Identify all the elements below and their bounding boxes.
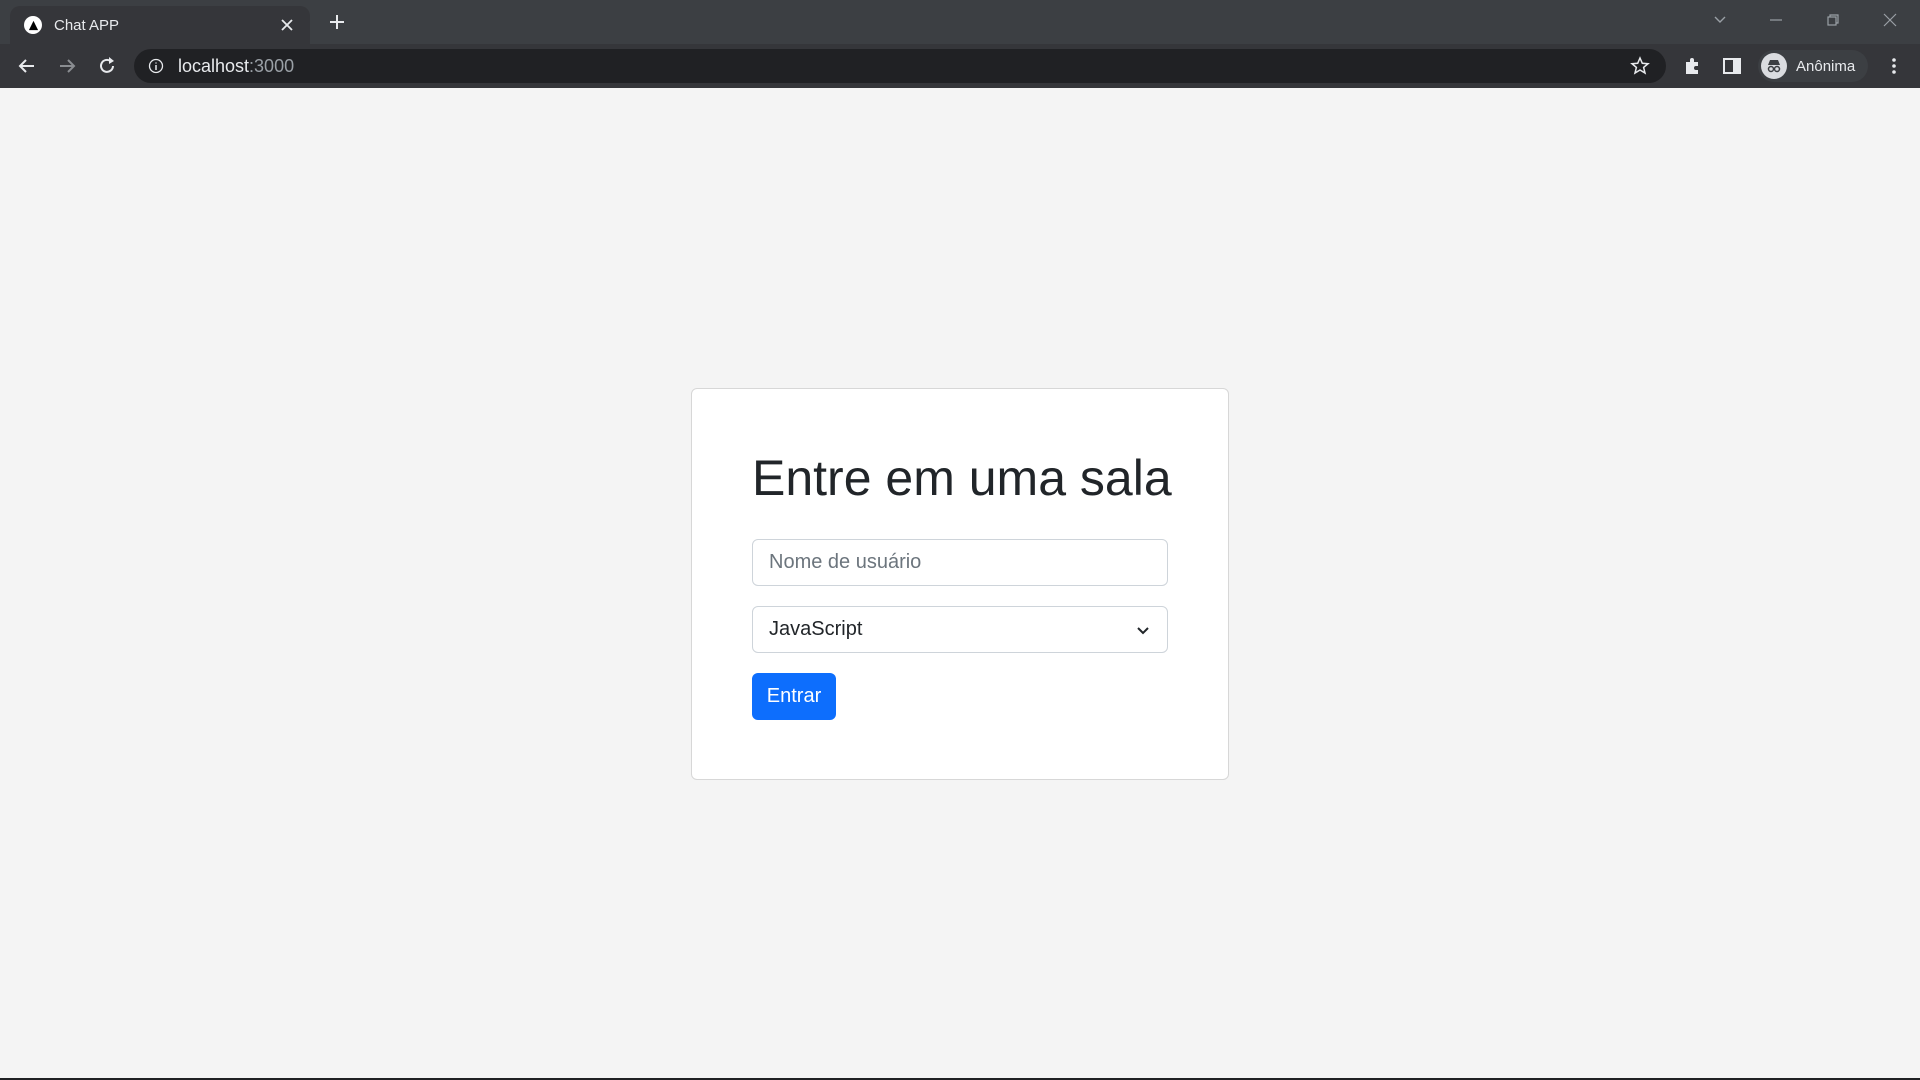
profile-label: Anônima: [1796, 57, 1856, 75]
bookmark-star-icon[interactable]: [1630, 56, 1650, 76]
close-window-icon[interactable]: [1876, 8, 1904, 32]
extensions-puzzle-icon[interactable]: [1681, 54, 1705, 78]
url-host: localhost: [178, 55, 250, 76]
enter-button[interactable]: Entrar: [752, 673, 836, 720]
tab-search-icon[interactable]: [1706, 8, 1734, 32]
minimize-icon[interactable]: [1762, 8, 1790, 32]
page-viewport: Entre em uma sala JavaScript Entrar: [0, 88, 1920, 1078]
tab-title: Chat APP: [54, 16, 120, 34]
side-panel-icon[interactable]: [1720, 54, 1744, 78]
room-select[interactable]: JavaScript: [752, 606, 1168, 653]
join-room-card: Entre em uma sala JavaScript Entrar: [691, 388, 1229, 780]
menu-kebab-icon[interactable]: [1882, 54, 1906, 78]
close-tab-icon[interactable]: [278, 16, 296, 34]
incognito-icon: [1761, 53, 1787, 79]
site-info-icon[interactable]: [148, 58, 164, 74]
url-port: :3000: [249, 55, 295, 76]
reload-icon[interactable]: [93, 52, 121, 80]
back-arrow-icon[interactable]: [13, 52, 41, 80]
browser-toolbar: localhost:3000 Anônima: [0, 44, 1920, 88]
address-bar[interactable]: localhost:3000: [134, 49, 1666, 83]
app-favicon-icon: [24, 16, 42, 34]
page-title: Entre em uma sala: [752, 450, 1172, 506]
restore-icon[interactable]: [1819, 8, 1847, 32]
room-select-value: JavaScript: [769, 618, 863, 640]
browser-tab[interactable]: Chat APP: [10, 6, 310, 44]
username-input[interactable]: [752, 539, 1168, 586]
incognito-profile-button[interactable]: Anônima: [1758, 50, 1868, 82]
chevron-down-icon: [1137, 626, 1149, 634]
tab-strip: Chat APP: [0, 0, 1920, 44]
new-tab-icon[interactable]: [325, 10, 349, 34]
forward-arrow-icon[interactable]: [53, 52, 81, 80]
